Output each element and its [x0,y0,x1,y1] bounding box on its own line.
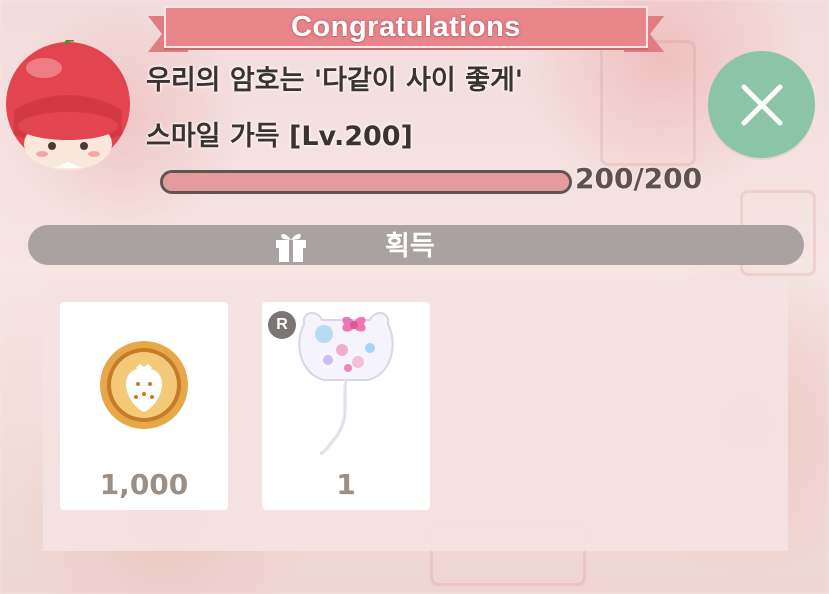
close-button[interactable] [708,51,815,158]
character-avatar [4,37,132,170]
reward-amount-balloon: 1 [336,468,356,501]
acquire-label: 획득 [385,231,435,262]
close-icon [741,84,782,125]
banner-body: Congratulations [164,6,648,48]
apple-character-icon [6,37,130,170]
progress-text: 200/200 [575,162,703,195]
progress-bar [160,170,572,194]
title-quest-name: 우리의 암호는 '다같이 사이 좋게' [146,65,524,96]
progress-fill [163,173,569,191]
rarity-badge: R [268,311,296,339]
gift-icon [272,226,310,264]
congratulations-banner: Congratulations [148,6,652,52]
background-decoration [600,40,696,166]
strawberry-coin-icon [100,341,188,429]
title-level: 스마일 가득 [Lv.200] [146,121,413,152]
reward-amount-coin: 1,000 [99,468,189,501]
banner-text: Congratulations [291,10,521,43]
